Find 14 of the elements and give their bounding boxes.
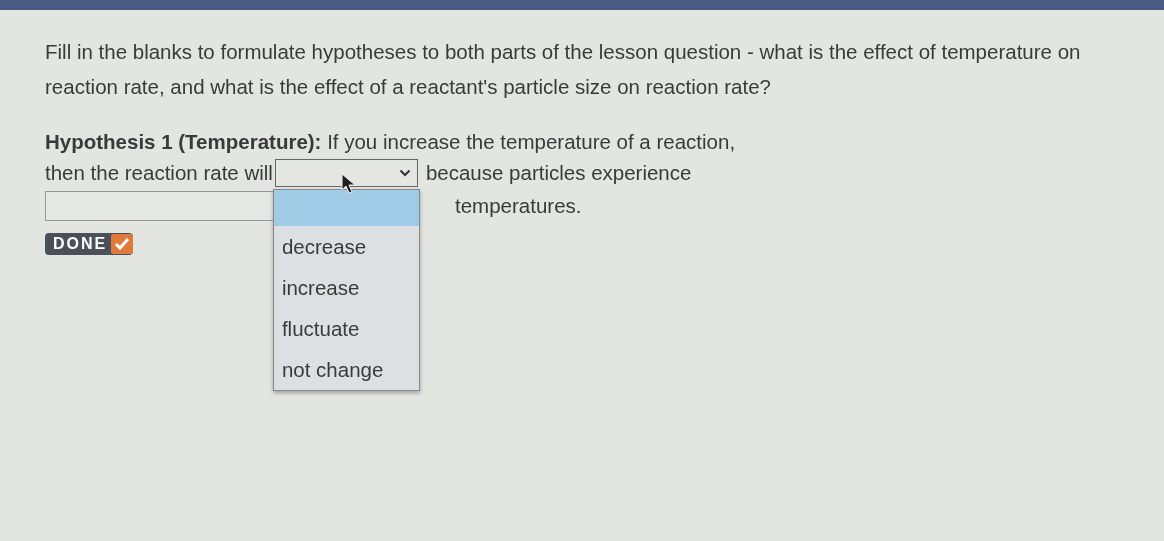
dropdown-field[interactable]: [274, 159, 418, 187]
sentence-text: then the reaction rate will: [45, 161, 273, 185]
done-button[interactable]: DONE: [45, 233, 134, 255]
dropdown-option[interactable]: decrease: [273, 226, 419, 267]
sentence-text: because particles experience: [425, 161, 692, 185]
dropdown-option[interactable]: increase: [273, 267, 419, 308]
dropdown-option[interactable]: not change: [273, 349, 419, 390]
cursor-icon: [340, 173, 357, 195]
hypothesis-text: Hypothesis 1 (Temperature): If you increase the temperature of a reaction,: [45, 129, 737, 155]
sentence-text: temperatures.: [455, 194, 582, 218]
question-text: Fill in the blanks to formulate hypotheses to both parts of the lesson question - what is the effect of temperature on reaction rate, and what is the effect of a reactant's particle size on reaction rate?: [45, 39, 1082, 100]
check-icon: [111, 234, 134, 254]
chevron-icon: [398, 169, 411, 177]
dropdown-option[interactable]: fluctuate: [273, 308, 419, 349]
